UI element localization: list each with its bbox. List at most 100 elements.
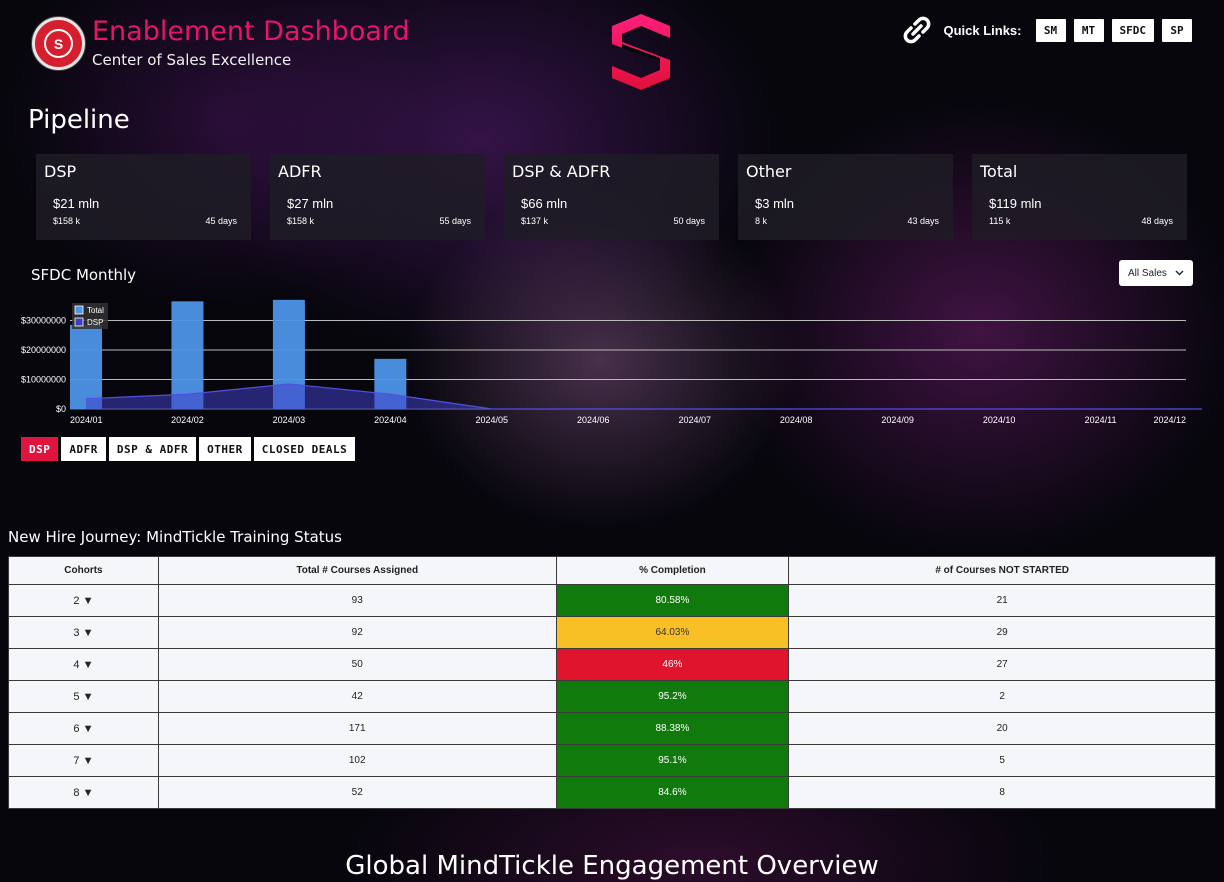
x-tick-label: 2024/12 [1153, 415, 1186, 425]
brand-s-logo [612, 14, 670, 90]
company-seal-logo: S [32, 17, 85, 70]
cohort-expander[interactable]: 5 ▼ [8, 680, 159, 713]
quick-link-sm-button[interactable]: SM [1035, 18, 1066, 42]
card-value: $21 mln [53, 196, 100, 211]
column-header-completion[interactable]: % Completion [555, 556, 790, 585]
card-value: $119 mln [989, 196, 1042, 211]
courses-assigned-cell: 93 [157, 584, 557, 617]
sfdc-monthly-chart: $0 $10000000 $20000000 $30000000 2024/01 2024… [21, 299, 1202, 425]
quick-link-mt-button[interactable]: MT [1073, 18, 1104, 42]
cohort-expander[interactable]: 4 ▼ [8, 648, 159, 681]
completion-cell: 64.03% [555, 616, 790, 649]
card-value: $3 mln [755, 196, 795, 211]
not-started-cell: 2 [788, 680, 1216, 713]
completion-cell: 46% [555, 648, 790, 681]
x-tick-label: 2024/01 [70, 415, 103, 425]
not-started-cell: 5 [788, 744, 1216, 777]
card-title: DSP [44, 162, 77, 181]
card-value: $27 mln [287, 196, 334, 211]
not-started-cell: 27 [788, 648, 1216, 681]
link-chain-icon [904, 16, 931, 44]
completion-cell: 88.38% [555, 712, 790, 745]
quick-link-sfdc-button[interactable]: SFDC [1111, 18, 1154, 42]
courses-assigned-cell: 92 [157, 616, 557, 649]
pipeline-card-other: Other $3 mln 8 k 43 days [738, 154, 953, 240]
completion-cell: 80.58% [555, 584, 790, 617]
filter-adfr-button[interactable]: ADFR [61, 437, 106, 461]
chart-filter-bar: DSP ADFR DSP & ADFR OTHER CLOSED DEALS [21, 437, 356, 461]
table-row: 8 ▼ 52 84.6% 8 [8, 776, 1216, 809]
x-tick-label: 2024/03 [273, 415, 306, 425]
table-row: 2 ▼ 93 80.58% 21 [8, 584, 1216, 617]
engagement-overview-title: Global MindTickle Engagement Overview [345, 851, 879, 881]
x-tick-label: 2024/04 [374, 415, 407, 425]
filter-dsp-button[interactable]: DSP [21, 437, 59, 461]
completion-cell: 95.1% [555, 744, 790, 777]
card-title: Total [980, 162, 1018, 181]
legend-swatch [74, 317, 84, 327]
completion-cell: 95.2% [555, 680, 790, 713]
x-tick-label: 2024/08 [780, 415, 813, 425]
bar-total [70, 324, 102, 409]
card-days: 55 days [439, 216, 471, 226]
quick-links-label: Quick Links: [943, 22, 1022, 38]
column-header-cohorts[interactable]: Cohorts [8, 556, 159, 585]
cohort-expander[interactable]: 7 ▼ [8, 744, 159, 777]
pipeline-card-dsp: DSP $21 mln $158 k 45 days [36, 154, 251, 240]
card-sub-value: 8 k [755, 216, 768, 226]
card-sub-value: $158 k [53, 216, 81, 226]
cohort-expander[interactable]: 2 ▼ [8, 584, 159, 617]
y-tick-label: $0 [56, 404, 66, 414]
filter-dsp-adfr-button[interactable]: DSP & ADFR [108, 437, 197, 461]
courses-assigned-cell: 52 [157, 776, 557, 809]
app-subtitle: Center of Sales Excellence [92, 51, 292, 69]
card-title: Other [746, 162, 792, 181]
courses-assigned-cell: 171 [157, 712, 557, 745]
legend-label: Total [87, 306, 104, 315]
table-row: 4 ▼ 50 46% 27 [8, 648, 1216, 681]
pipeline-card-dsp-adfr: DSP & ADFR $66 mln $137 k 50 days [504, 154, 719, 240]
courses-assigned-cell: 50 [157, 648, 557, 681]
cohort-expander[interactable]: 6 ▼ [8, 712, 159, 745]
chevron-down-icon [1175, 270, 1184, 276]
select-value: All Sales [1128, 267, 1167, 279]
x-tick-label: 2024/06 [577, 415, 610, 425]
x-tick-label: 2024/11 [1085, 415, 1117, 425]
training-status-table: Cohorts Total # Courses Assigned % Compl… [8, 556, 1216, 809]
card-sub-value: $137 k [521, 216, 549, 226]
filter-closed-deals-button[interactable]: CLOSED DEALS [253, 437, 356, 461]
x-tick-label: 2024/07 [678, 415, 711, 425]
card-sub-value: $158 k [287, 216, 315, 226]
cohort-expander[interactable]: 8 ▼ [8, 776, 159, 809]
column-header-assigned[interactable]: Total # Courses Assigned [157, 556, 557, 585]
card-days: 48 days [1141, 216, 1173, 226]
filter-other-button[interactable]: OTHER [199, 437, 251, 461]
not-started-cell: 8 [788, 776, 1216, 809]
y-tick-label: $10000000 [21, 375, 66, 385]
table-header-row: Cohorts Total # Courses Assigned % Compl… [8, 556, 1216, 585]
x-tick-label: 2024/05 [476, 415, 509, 425]
courses-assigned-cell: 42 [157, 680, 557, 713]
quick-link-sp-button[interactable]: SP [1162, 18, 1192, 42]
card-days: 45 days [205, 216, 237, 226]
table-row: 5 ▼ 42 95.2% 2 [8, 680, 1216, 713]
completion-cell: 84.6% [555, 776, 790, 809]
training-status-title: New Hire Journey: MindTickle Training St… [8, 528, 342, 546]
table-row: 3 ▼ 92 64.03% 29 [8, 616, 1216, 649]
card-value: $66 mln [521, 196, 568, 211]
y-tick-label: $30000000 [21, 316, 66, 326]
card-title: ADFR [278, 162, 322, 181]
cohort-expander[interactable]: 3 ▼ [8, 616, 159, 649]
table-row: 7 ▼ 102 95.1% 5 [8, 744, 1216, 777]
card-sub-value: 115 k [989, 216, 1011, 226]
sfdc-monthly-title: SFDC Monthly [31, 266, 136, 284]
card-days: 43 days [907, 216, 939, 226]
column-header-not-started[interactable]: # of Courses NOT STARTED [788, 556, 1216, 585]
x-tick-label: 2024/09 [881, 415, 914, 425]
not-started-cell: 20 [788, 712, 1216, 745]
table-row: 6 ▼ 171 88.38% 20 [8, 712, 1216, 745]
pipeline-card-adfr: ADFR $27 mln $158 k 55 days [270, 154, 485, 240]
sales-filter-select[interactable]: All Sales [1119, 260, 1193, 286]
shield-icon: S [44, 29, 73, 58]
not-started-cell: 29 [788, 616, 1216, 649]
